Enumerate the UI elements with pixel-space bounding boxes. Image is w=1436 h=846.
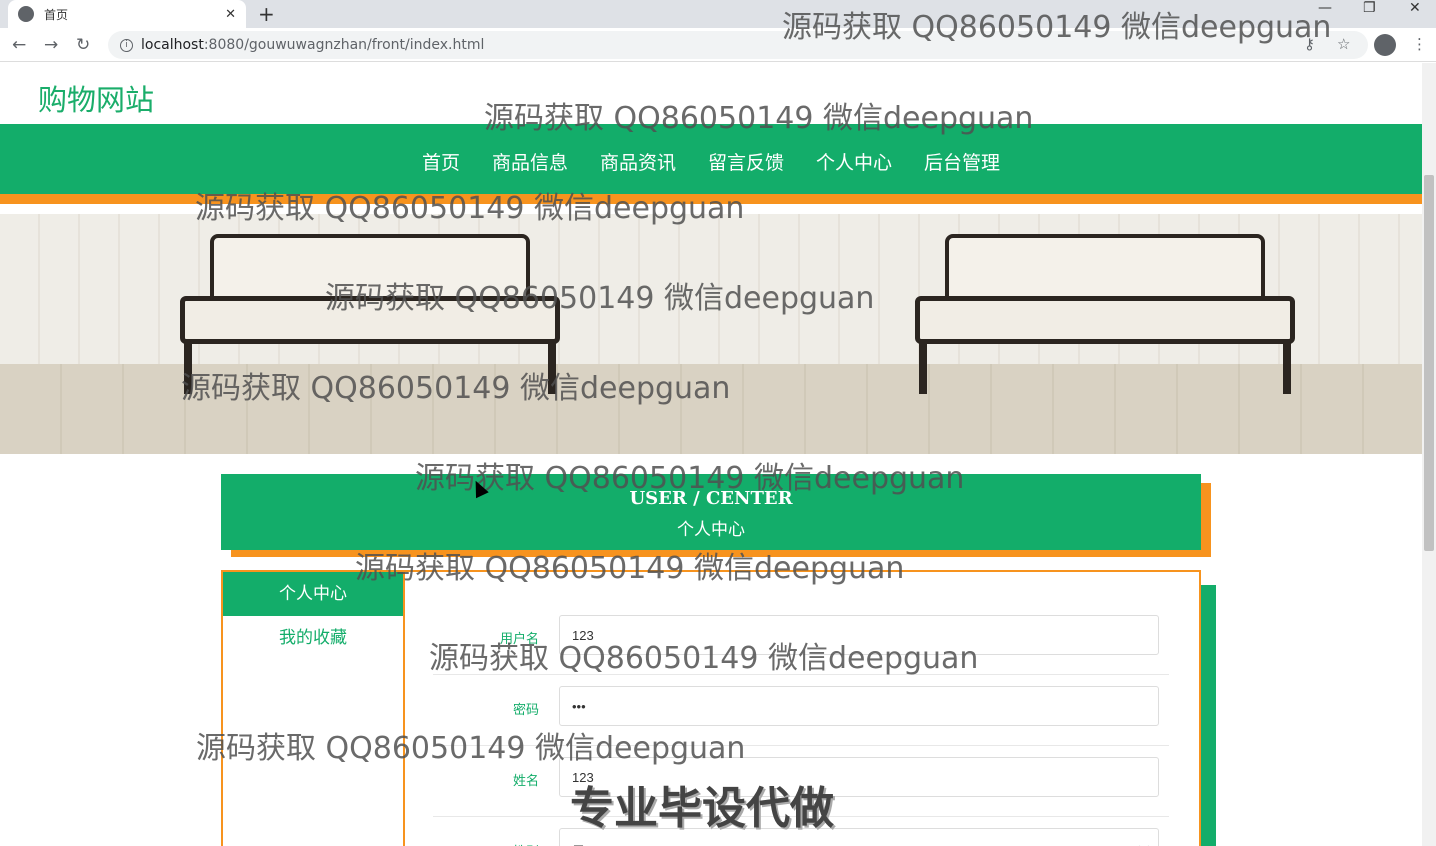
name-label: 姓名 [512, 774, 539, 789]
back-button[interactable]: ← [12, 35, 26, 55]
nav-item-products[interactable]: 商品信息 [476, 148, 584, 175]
watermark-text: 源码获取 QQ86050149 微信deepguan [429, 641, 979, 676]
nav-item-user-center[interactable]: 个人中心 [800, 148, 908, 175]
watermark-text: 源码获取 QQ86050149 微信deepguan [195, 191, 745, 226]
watermark-text: 源码获取 QQ86050149 微信deepguan [355, 551, 905, 586]
page-scrollbar[interactable] [1422, 63, 1436, 846]
browser-tab[interactable]: 首页 ✕ [8, 0, 246, 28]
password-label: 密码 [512, 703, 539, 718]
tab-title: 首页 [44, 7, 69, 22]
restore-button[interactable]: ❐ [1363, 0, 1376, 16]
watermark-text: 源码获取 QQ86050149 微信deepguan [415, 461, 965, 496]
carousel-banner[interactable] [0, 214, 1422, 454]
watermark-big-text: 专业毕设代做 [570, 783, 834, 834]
profile-avatar[interactable] [1374, 34, 1396, 56]
info-icon[interactable]: i [120, 38, 133, 52]
new-tab-button[interactable]: + [258, 2, 275, 26]
tab-close-icon[interactable]: ✕ [225, 7, 236, 22]
watermark-text: 源码获取 QQ86050149 微信deepguan [782, 10, 1332, 45]
reload-button[interactable]: ↻ [76, 35, 90, 55]
nav-menu: 首页 商品信息 商品资讯 留言反馈 个人中心 后台管理 [0, 148, 1422, 175]
url-path: :8080/gouwuwagnzhan/front/index.html [203, 37, 485, 53]
user-center-title-cn: 个人中心 [677, 520, 745, 540]
watermark-text: 源码获取 QQ86050149 微信deepguan [325, 281, 875, 316]
watermark-text: 源码获取 QQ86050149 微信deepguan [196, 731, 746, 766]
window-close-button[interactable]: ✕ [1409, 0, 1421, 16]
user-sidebar: 个人中心 我的收藏 [221, 570, 405, 846]
password-input[interactable]: ••• [559, 686, 1159, 726]
url-host: localhost [141, 37, 204, 53]
nav-item-news[interactable]: 商品资讯 [584, 148, 692, 175]
watermark-text: 源码获取 QQ86050149 微信deepguan [484, 101, 1034, 136]
bookmark-star-icon[interactable]: ☆ [1337, 35, 1350, 53]
scrollbar-thumb[interactable] [1424, 175, 1434, 551]
sidebar-item-favorites[interactable]: 我的收藏 [223, 616, 403, 660]
banner-sofa-right [905, 234, 1305, 394]
forward-button[interactable]: → [44, 35, 58, 55]
browser-menu-button[interactable]: ⋮ [1412, 35, 1427, 53]
site-title: 购物网站 [38, 83, 155, 117]
gender-label: 性别 [433, 841, 539, 846]
chevron-down-icon [1138, 841, 1150, 846]
nav-item-admin[interactable]: 后台管理 [908, 148, 1016, 175]
watermark-text: 源码获取 QQ86050149 微信deepguan [181, 371, 731, 406]
form-shadow [1199, 585, 1216, 846]
globe-icon [18, 6, 34, 22]
nav-item-feedback[interactable]: 留言反馈 [692, 148, 800, 175]
nav-item-home[interactable]: 首页 [406, 148, 476, 175]
